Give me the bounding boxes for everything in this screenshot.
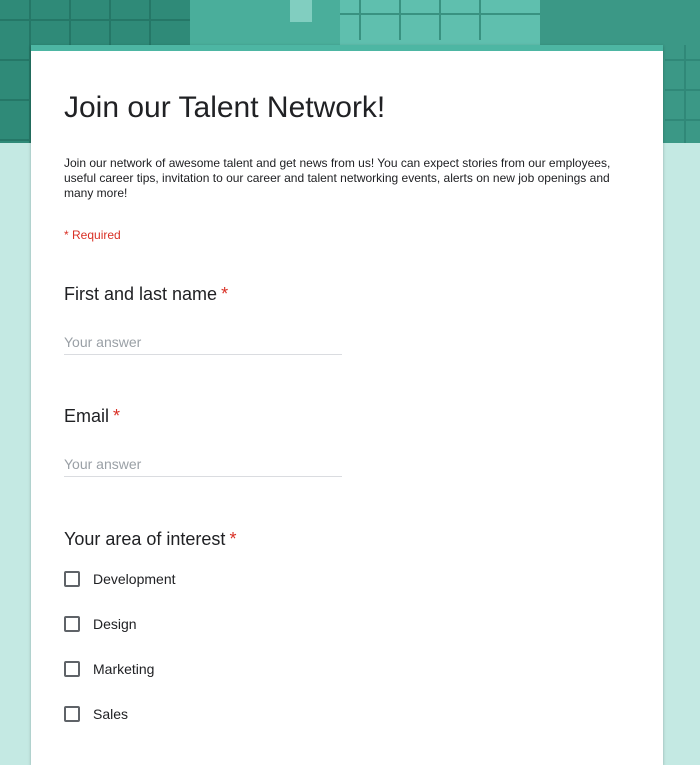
name-input[interactable] [64,330,342,355]
required-note: * Required [64,228,121,242]
email-input[interactable] [64,452,342,477]
checkbox-sales[interactable] [64,706,80,722]
checkbox-marketing[interactable] [64,661,80,677]
question-interest-text: Your area of interest [64,529,226,549]
option-design[interactable]: Design [64,613,137,635]
form-description: Join our network of awesome talent and g… [64,156,611,200]
required-asterisk: * [113,406,121,426]
question-interest-label: Your area of interest * [64,529,236,550]
question-email-label: Email * [64,406,120,427]
question-name-label: First and last name * [64,284,228,305]
option-label: Sales [93,706,129,722]
form-title: Join our Talent Network! [64,91,386,124]
required-asterisk: * [221,284,229,304]
option-marketing[interactable]: Marketing [64,658,154,680]
question-name-text: First and last name [64,284,218,304]
form-card: Join our Talent Network! Join our networ… [31,45,663,765]
option-label: Marketing [93,661,155,677]
checkbox-development[interactable] [64,571,80,587]
required-asterisk: * [229,529,237,549]
question-email-text: Email [64,406,110,426]
option-development[interactable]: Development [64,568,176,590]
option-label: Development [93,571,176,587]
checkbox-design[interactable] [64,616,80,632]
option-label: Design [93,616,137,632]
option-sales[interactable]: Sales [64,703,128,725]
